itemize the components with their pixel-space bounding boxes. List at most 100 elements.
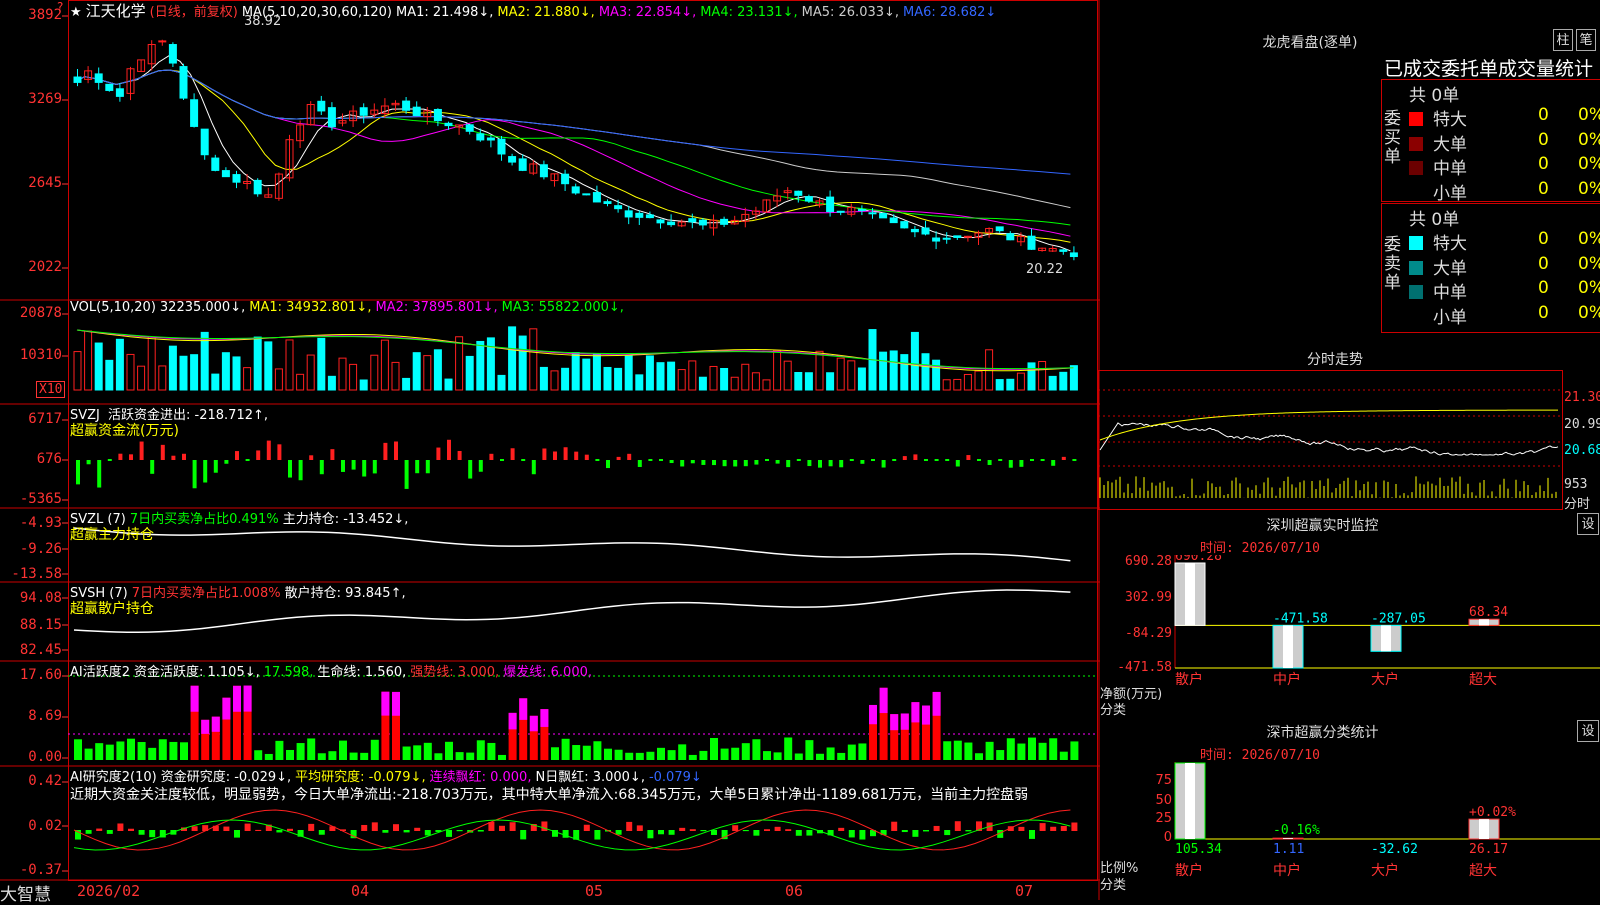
research-bar [583,824,590,831]
candle [497,138,506,155]
fund-flow-bar [860,460,865,464]
monitor-settings-button[interactable]: 设 [1577,513,1599,535]
fund-flow-bar [192,460,197,489]
kline-chart-area[interactable] [0,0,1100,900]
intraday-title: 分时走势 [1307,352,1363,368]
research-bar [509,822,516,831]
volume-bar [804,372,813,391]
activity-bar [466,752,475,760]
activity-peak [922,705,930,725]
research-avg-line [73,819,1071,851]
low-price-label: 20.22 [1026,262,1064,277]
volume-bar [773,349,782,391]
candle [444,122,453,127]
activity-bar [699,750,708,760]
candle [656,219,665,224]
activity-bar [741,743,750,760]
volume-bar [84,330,93,391]
order-type-label: 大单 [1433,134,1467,155]
activity-bar [74,739,82,760]
volume-bar [847,360,856,391]
volume-bar [688,360,697,391]
activity-bar [996,750,1005,760]
research-bar [774,826,781,831]
volume-bar [667,361,676,391]
classify-settings-button[interactable]: 设 [1577,720,1599,742]
sell-order-label: 委卖单 [1384,235,1401,293]
fund-flow-bar [118,453,123,460]
research-bar [753,830,760,836]
activity-bar [551,747,559,760]
tick-mode-button[interactable]: 笔 [1576,29,1596,51]
fund-flow-bar [404,460,409,489]
bar-value-label: -471.58 [1273,611,1328,626]
research-bar [287,828,293,831]
candle [836,210,845,213]
activity-bar [731,747,740,760]
activity-bar [370,739,379,760]
research-bar [234,830,240,838]
research-bar [477,830,484,832]
activity-peak [222,697,231,720]
volume-bar [879,351,888,391]
stock-name[interactable]: 江天化学 [86,2,146,20]
category-label: 中户 [1273,862,1301,879]
fund-flow-bar [553,451,557,460]
intraday-chart[interactable] [1098,370,1563,510]
order-pct: 0% [1578,129,1600,150]
ai-activity-extra: 17.598, [263,665,314,680]
bar-value-label: 105.34 [1175,842,1222,857]
research-bar [933,825,940,831]
order-pct: 0% [1578,178,1600,199]
research-bar [414,827,421,831]
candle [879,212,888,219]
intraday-price-label: 20.99 [1564,417,1600,432]
monitor-time: 时间: 2026/07/10 [1200,541,1320,556]
activity-bar [307,738,316,760]
volume-bar [974,370,983,391]
activity-peak [508,712,517,730]
category-bar-highlight [1185,563,1195,626]
fund-flow-bar [288,460,292,478]
volume-bar [614,367,623,391]
research-bar [668,830,675,835]
order-type-label: 特大 [1433,234,1467,254]
research-bar [764,829,770,831]
activity-bar [625,752,634,760]
classify-bar-chart[interactable]: 75 50 25 0105.34 散户 1.11 中户 -32.62 大户 26.17 超大 -0.1… [1100,762,1600,900]
activity-bar [434,753,443,760]
vol-ma3: MA3: 55822.000↓, [501,300,624,315]
favorite-star-icon[interactable]: ★ [70,5,82,20]
volume-bar [826,372,835,391]
fund-flow-bar [1008,460,1013,468]
research-bar [446,830,452,837]
svsh-axis-label: 82.45 [19,642,62,658]
activity-bar [858,743,867,760]
fund-flow-bar [913,454,918,460]
volume-bar [349,363,358,391]
research-bar [191,826,198,831]
activity-bar [561,738,570,760]
candle [603,201,612,204]
buy-order-row: 特大 [1409,105,1467,130]
fund-flow-bar [266,440,271,460]
classify-xlabel: 分类 [1100,878,1127,893]
volume-bar [465,355,474,391]
fund-flow-bar [637,460,642,467]
volume-bar [105,359,114,391]
candle [900,221,909,229]
bar-mode-button[interactable]: 柱 [1553,29,1573,51]
activity-bar [805,740,814,760]
ai-strong-line: 强势线: 3.000, [410,665,500,680]
candle [508,156,517,163]
volume-bar [571,352,580,391]
activity-bar [476,740,485,760]
volume-bar [497,374,506,391]
fund-flow-bar [924,459,928,461]
fund-flow-bar [881,460,886,468]
activity-peak [201,719,210,734]
candle [932,237,941,242]
monitor-bar-chart[interactable]: 690.28302.99-84.29-471.58690.28散户-471.58… [1100,555,1600,715]
fund-flow-bar [680,460,685,467]
candle [698,219,707,226]
